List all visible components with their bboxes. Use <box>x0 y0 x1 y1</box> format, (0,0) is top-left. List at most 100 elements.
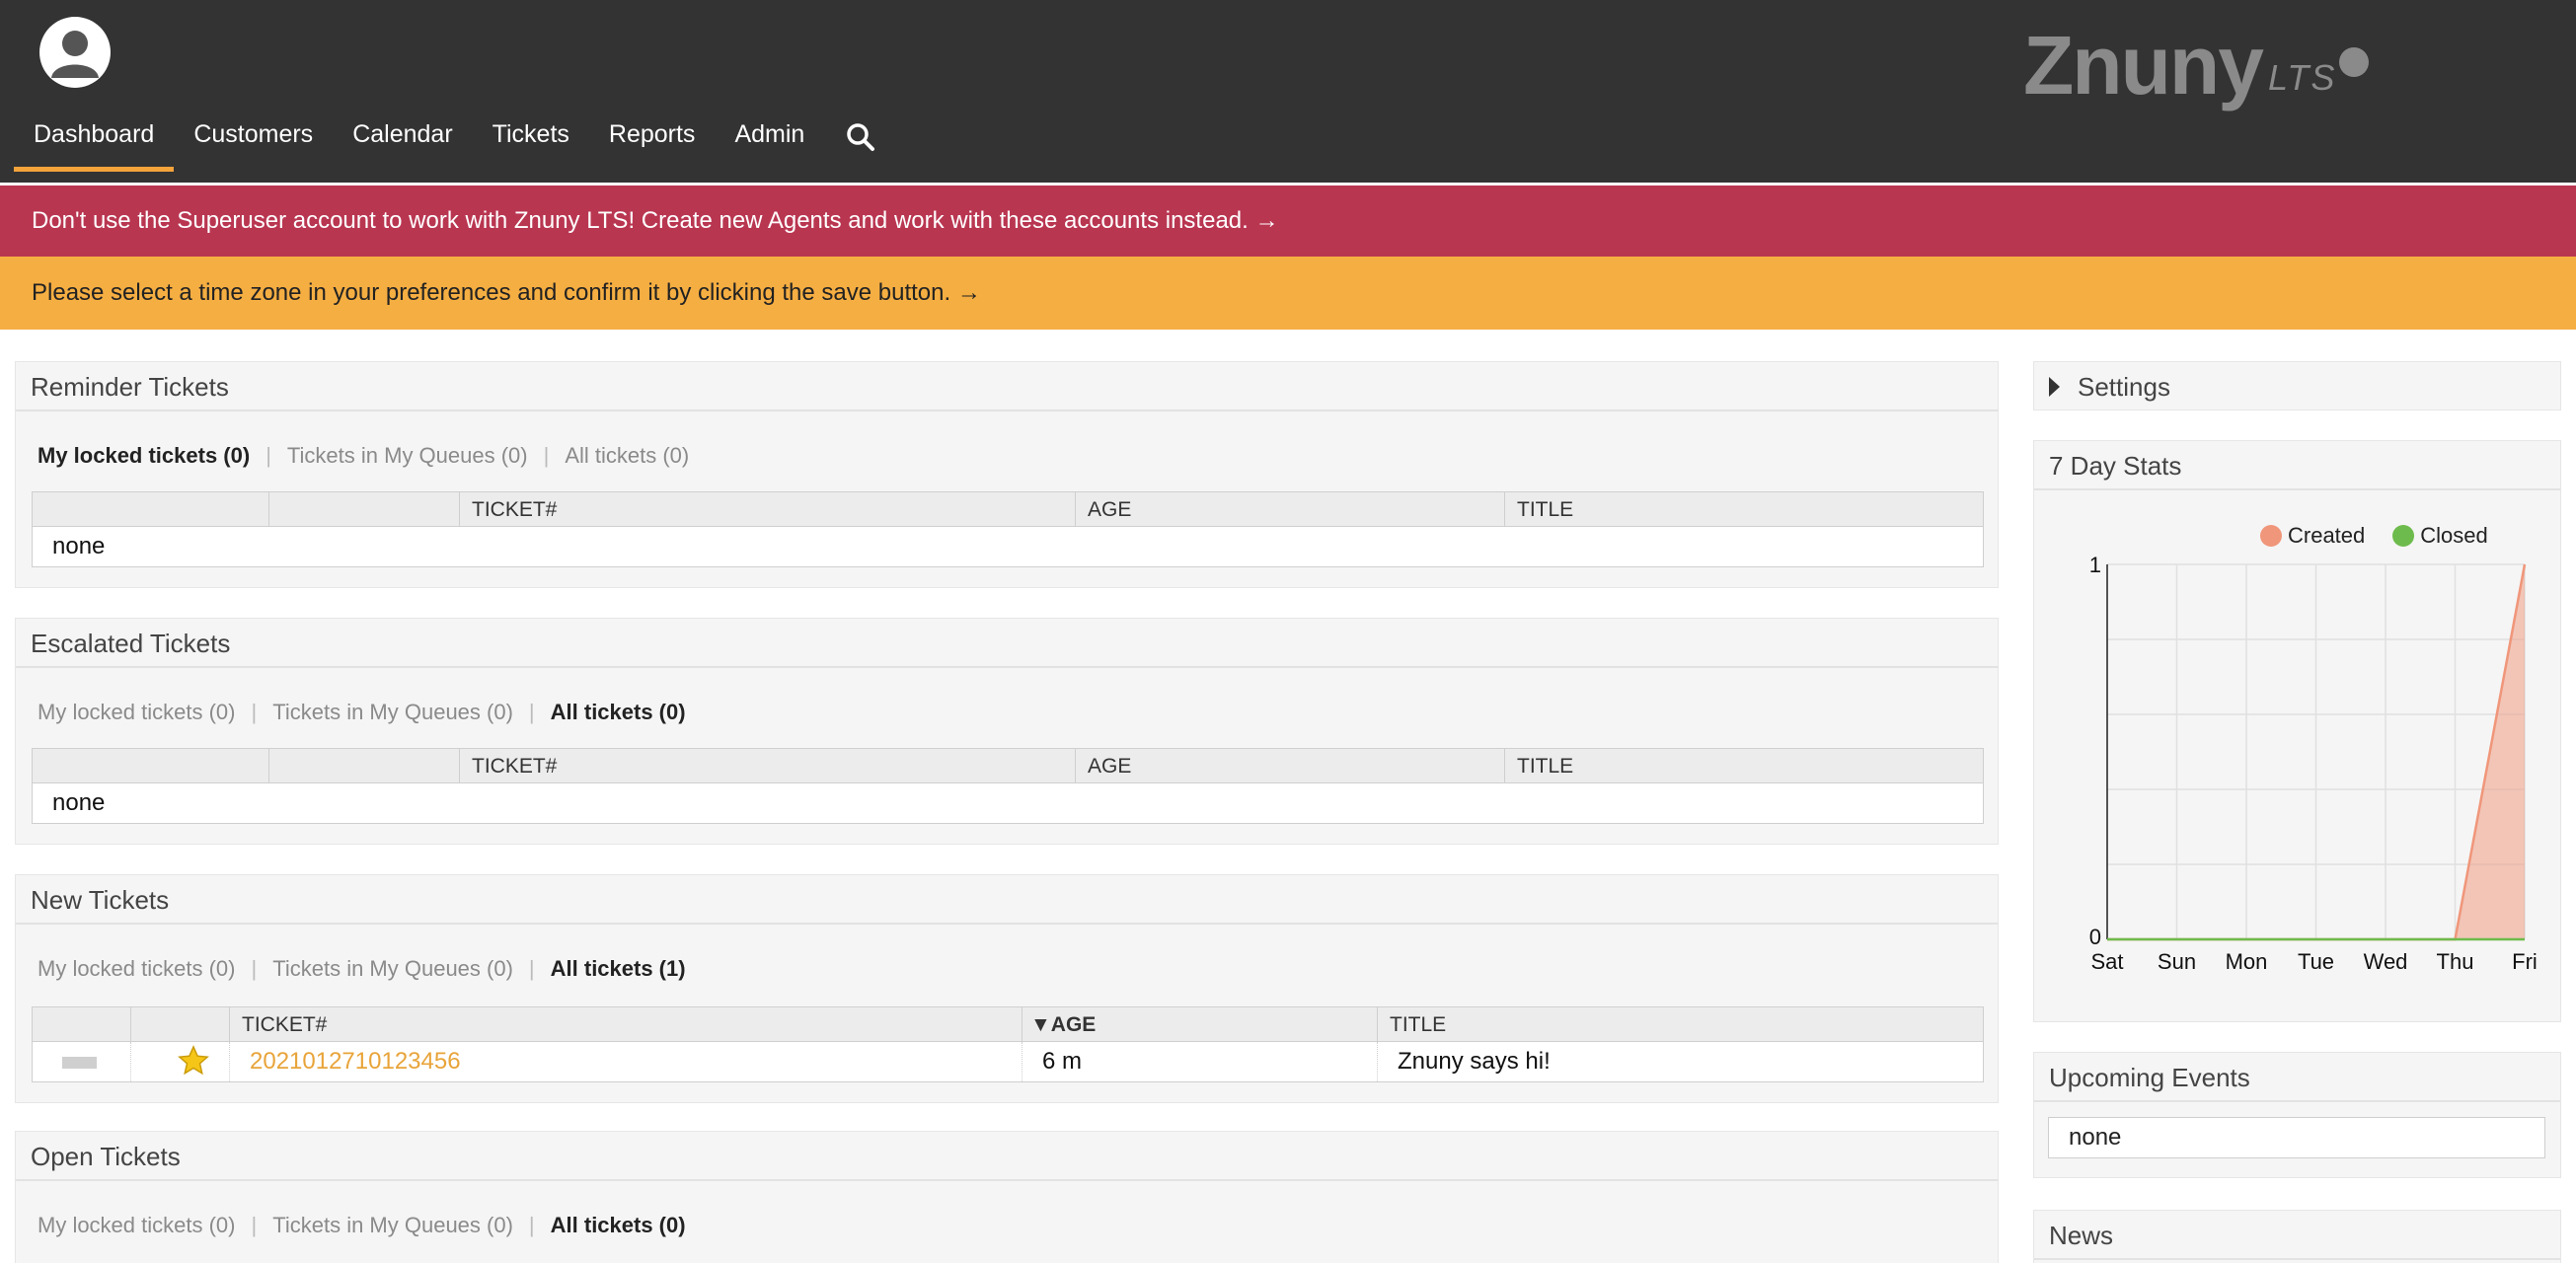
column-title[interactable]: TITLE <box>1377 1007 1984 1042</box>
filter-separator: | <box>251 700 258 724</box>
filter-all[interactable]: All tickets (0) <box>565 443 689 469</box>
table-header: TICKET# AGE TITLE <box>33 749 1983 783</box>
upcoming-events-widget: Upcoming Events <box>2033 1052 2561 1178</box>
priority-indicator <box>62 1057 97 1069</box>
column-priority <box>130 1007 229 1042</box>
avatar[interactable] <box>39 17 111 88</box>
znuny-logo[interactable]: Znuny LTS <box>2023 18 2379 116</box>
logo-suffix: LTS <box>2268 57 2337 98</box>
y-tick-label: 0 <box>2089 925 2101 949</box>
timezone-notice[interactable]: Please select a time zone in your prefer… <box>0 257 2576 330</box>
open-tickets-widget: Open Tickets My locked tickets (0) | Tic… <box>15 1131 1999 1263</box>
filter-separator: | <box>528 956 535 981</box>
widget-title[interactable]: Upcoming Events <box>2034 1053 2560 1102</box>
x-tick-label: Mon <box>2226 949 2268 974</box>
column-age[interactable]: AGE <box>1075 749 1504 783</box>
x-tick-label: Fri <box>2512 949 2538 974</box>
logo-dot <box>2339 47 2369 77</box>
filter-all[interactable]: All tickets (1) <box>551 956 686 982</box>
nav-reports[interactable]: Reports <box>589 111 716 172</box>
x-tick-label: Tue <box>2298 949 2334 974</box>
column-icon <box>268 749 281 783</box>
news-widget: News <box>2033 1210 2561 1263</box>
filter-separator: | <box>265 443 271 468</box>
table-header: TICKET# ▼AGE TITLE <box>33 1007 1983 1042</box>
filter-my-queues[interactable]: Tickets in My Queues (0) <box>272 956 513 982</box>
ticket-number-link[interactable]: 2021012710123456 <box>229 1042 1022 1081</box>
table-row: none <box>33 783 1983 823</box>
filter-my-locked[interactable]: My locked tickets (0) <box>38 956 236 982</box>
search-button[interactable] <box>824 111 893 172</box>
filter-my-queues[interactable]: Tickets in My Queues (0) <box>272 1213 513 1238</box>
filter-my-queues[interactable]: Tickets in My Queues (0) <box>272 700 513 725</box>
x-tick-label: Sat <box>2090 949 2123 974</box>
ticket-filters: My locked tickets (0) | Tickets in My Qu… <box>38 443 689 469</box>
filter-my-locked[interactable]: My locked tickets (0) <box>38 700 236 725</box>
x-tick-label: Sun <box>2158 949 2196 974</box>
filter-separator: | <box>251 956 258 981</box>
settings-widget[interactable]: Settings <box>2033 361 2561 410</box>
ticket-filters: My locked tickets (0) | Tickets in My Qu… <box>38 956 686 982</box>
x-tick-label: Thu <box>2437 949 2474 974</box>
widget-title[interactable]: Escalated Tickets <box>16 619 1998 668</box>
filter-my-queues[interactable]: Tickets in My Queues (0) <box>287 443 528 469</box>
table-row: none <box>33 527 1983 566</box>
table-row[interactable]: 2021012710123456 6 m Znuny says hi! <box>33 1042 1983 1081</box>
y-tick-label: 1 <box>2089 553 2101 577</box>
ticket-title[interactable]: Znuny says hi! <box>1377 1042 1984 1081</box>
superuser-warning[interactable]: Don't use the Superuser account to work … <box>0 186 2576 257</box>
widget-title[interactable]: Open Tickets <box>16 1132 1998 1181</box>
widget-title[interactable]: News <box>2034 1211 2560 1260</box>
ticket-table: TICKET# AGE TITLE none <box>32 491 1984 567</box>
new-tickets-widget: New Tickets My locked tickets (0) | Tick… <box>15 874 1999 1103</box>
logo-text: Znuny <box>2023 19 2264 111</box>
ticket-filters: My locked tickets (0) | Tickets in My Qu… <box>38 700 686 725</box>
filter-all[interactable]: All tickets (0) <box>551 700 686 725</box>
settings-label: Settings <box>2078 372 2170 402</box>
filter-my-locked[interactable]: My locked tickets (0) <box>38 443 250 469</box>
column-age[interactable]: AGE <box>1075 492 1504 527</box>
filter-separator: | <box>543 443 550 468</box>
top-bar: Znuny LTS Dashboard Customers Calendar T… <box>0 0 2576 183</box>
escalated-tickets-widget: Escalated Tickets My locked tickets (0) … <box>15 618 1999 845</box>
nav-tickets[interactable]: Tickets <box>473 111 589 172</box>
cell-divider <box>130 1042 131 1081</box>
ticket-table: TICKET# ▼AGE TITLE 2021012710123456 6 m … <box>32 1006 1984 1082</box>
column-title[interactable]: TITLE <box>1504 492 1984 527</box>
ticket-table: TICKET# AGE TITLE none <box>32 748 1984 824</box>
ticket-filters: My locked tickets (0) | Tickets in My Qu… <box>38 1213 686 1238</box>
nav-customers[interactable]: Customers <box>174 111 333 172</box>
filter-separator: | <box>251 1213 258 1237</box>
user-icon <box>51 31 99 78</box>
x-tick-label: Wed <box>2364 949 2408 974</box>
upcoming-events-empty: none <box>2048 1117 2545 1158</box>
column-age-sorted[interactable]: ▼AGE <box>1022 1007 1377 1042</box>
widget-title[interactable]: 7 Day Stats <box>2034 441 2560 490</box>
widget-title[interactable]: New Tickets <box>16 875 1998 925</box>
ticket-age: 6 m <box>1022 1042 1377 1081</box>
empty-text: none <box>52 789 106 816</box>
filter-separator: | <box>528 700 535 724</box>
column-ticket-number[interactable]: TICKET# <box>229 1007 1022 1042</box>
column-title[interactable]: TITLE <box>1504 749 1984 783</box>
empty-text: none <box>52 533 106 559</box>
reminder-tickets-widget: Reminder Tickets My locked tickets (0) |… <box>15 361 1999 588</box>
nav-calendar[interactable]: Calendar <box>333 111 472 172</box>
filter-my-locked[interactable]: My locked tickets (0) <box>38 1213 236 1238</box>
nav-dashboard[interactable]: Dashboard <box>14 111 175 172</box>
filter-separator: | <box>528 1213 535 1237</box>
column-icon <box>268 492 281 527</box>
star-icon[interactable] <box>177 1044 210 1077</box>
ticket-number[interactable]: 2021012710123456 <box>250 1048 461 1075</box>
widget-title[interactable]: Reminder Tickets <box>16 362 1998 411</box>
column-ticket-number[interactable]: TICKET# <box>459 749 1075 783</box>
table-header: TICKET# AGE TITLE <box>33 492 1983 527</box>
search-icon <box>847 123 875 151</box>
column-ticket-number[interactable]: TICKET# <box>459 492 1075 527</box>
settings-header[interactable]: Settings <box>2034 362 2560 411</box>
filter-all[interactable]: All tickets (0) <box>551 1213 686 1238</box>
stats-chart: Sat Sun Mon Tue Wed Thu Fri 0 1 <box>2089 553 2538 974</box>
main-nav: Dashboard Customers Calendar Tickets Rep… <box>14 111 893 172</box>
nav-admin[interactable]: Admin <box>715 111 824 172</box>
caret-right-icon <box>2049 377 2060 398</box>
